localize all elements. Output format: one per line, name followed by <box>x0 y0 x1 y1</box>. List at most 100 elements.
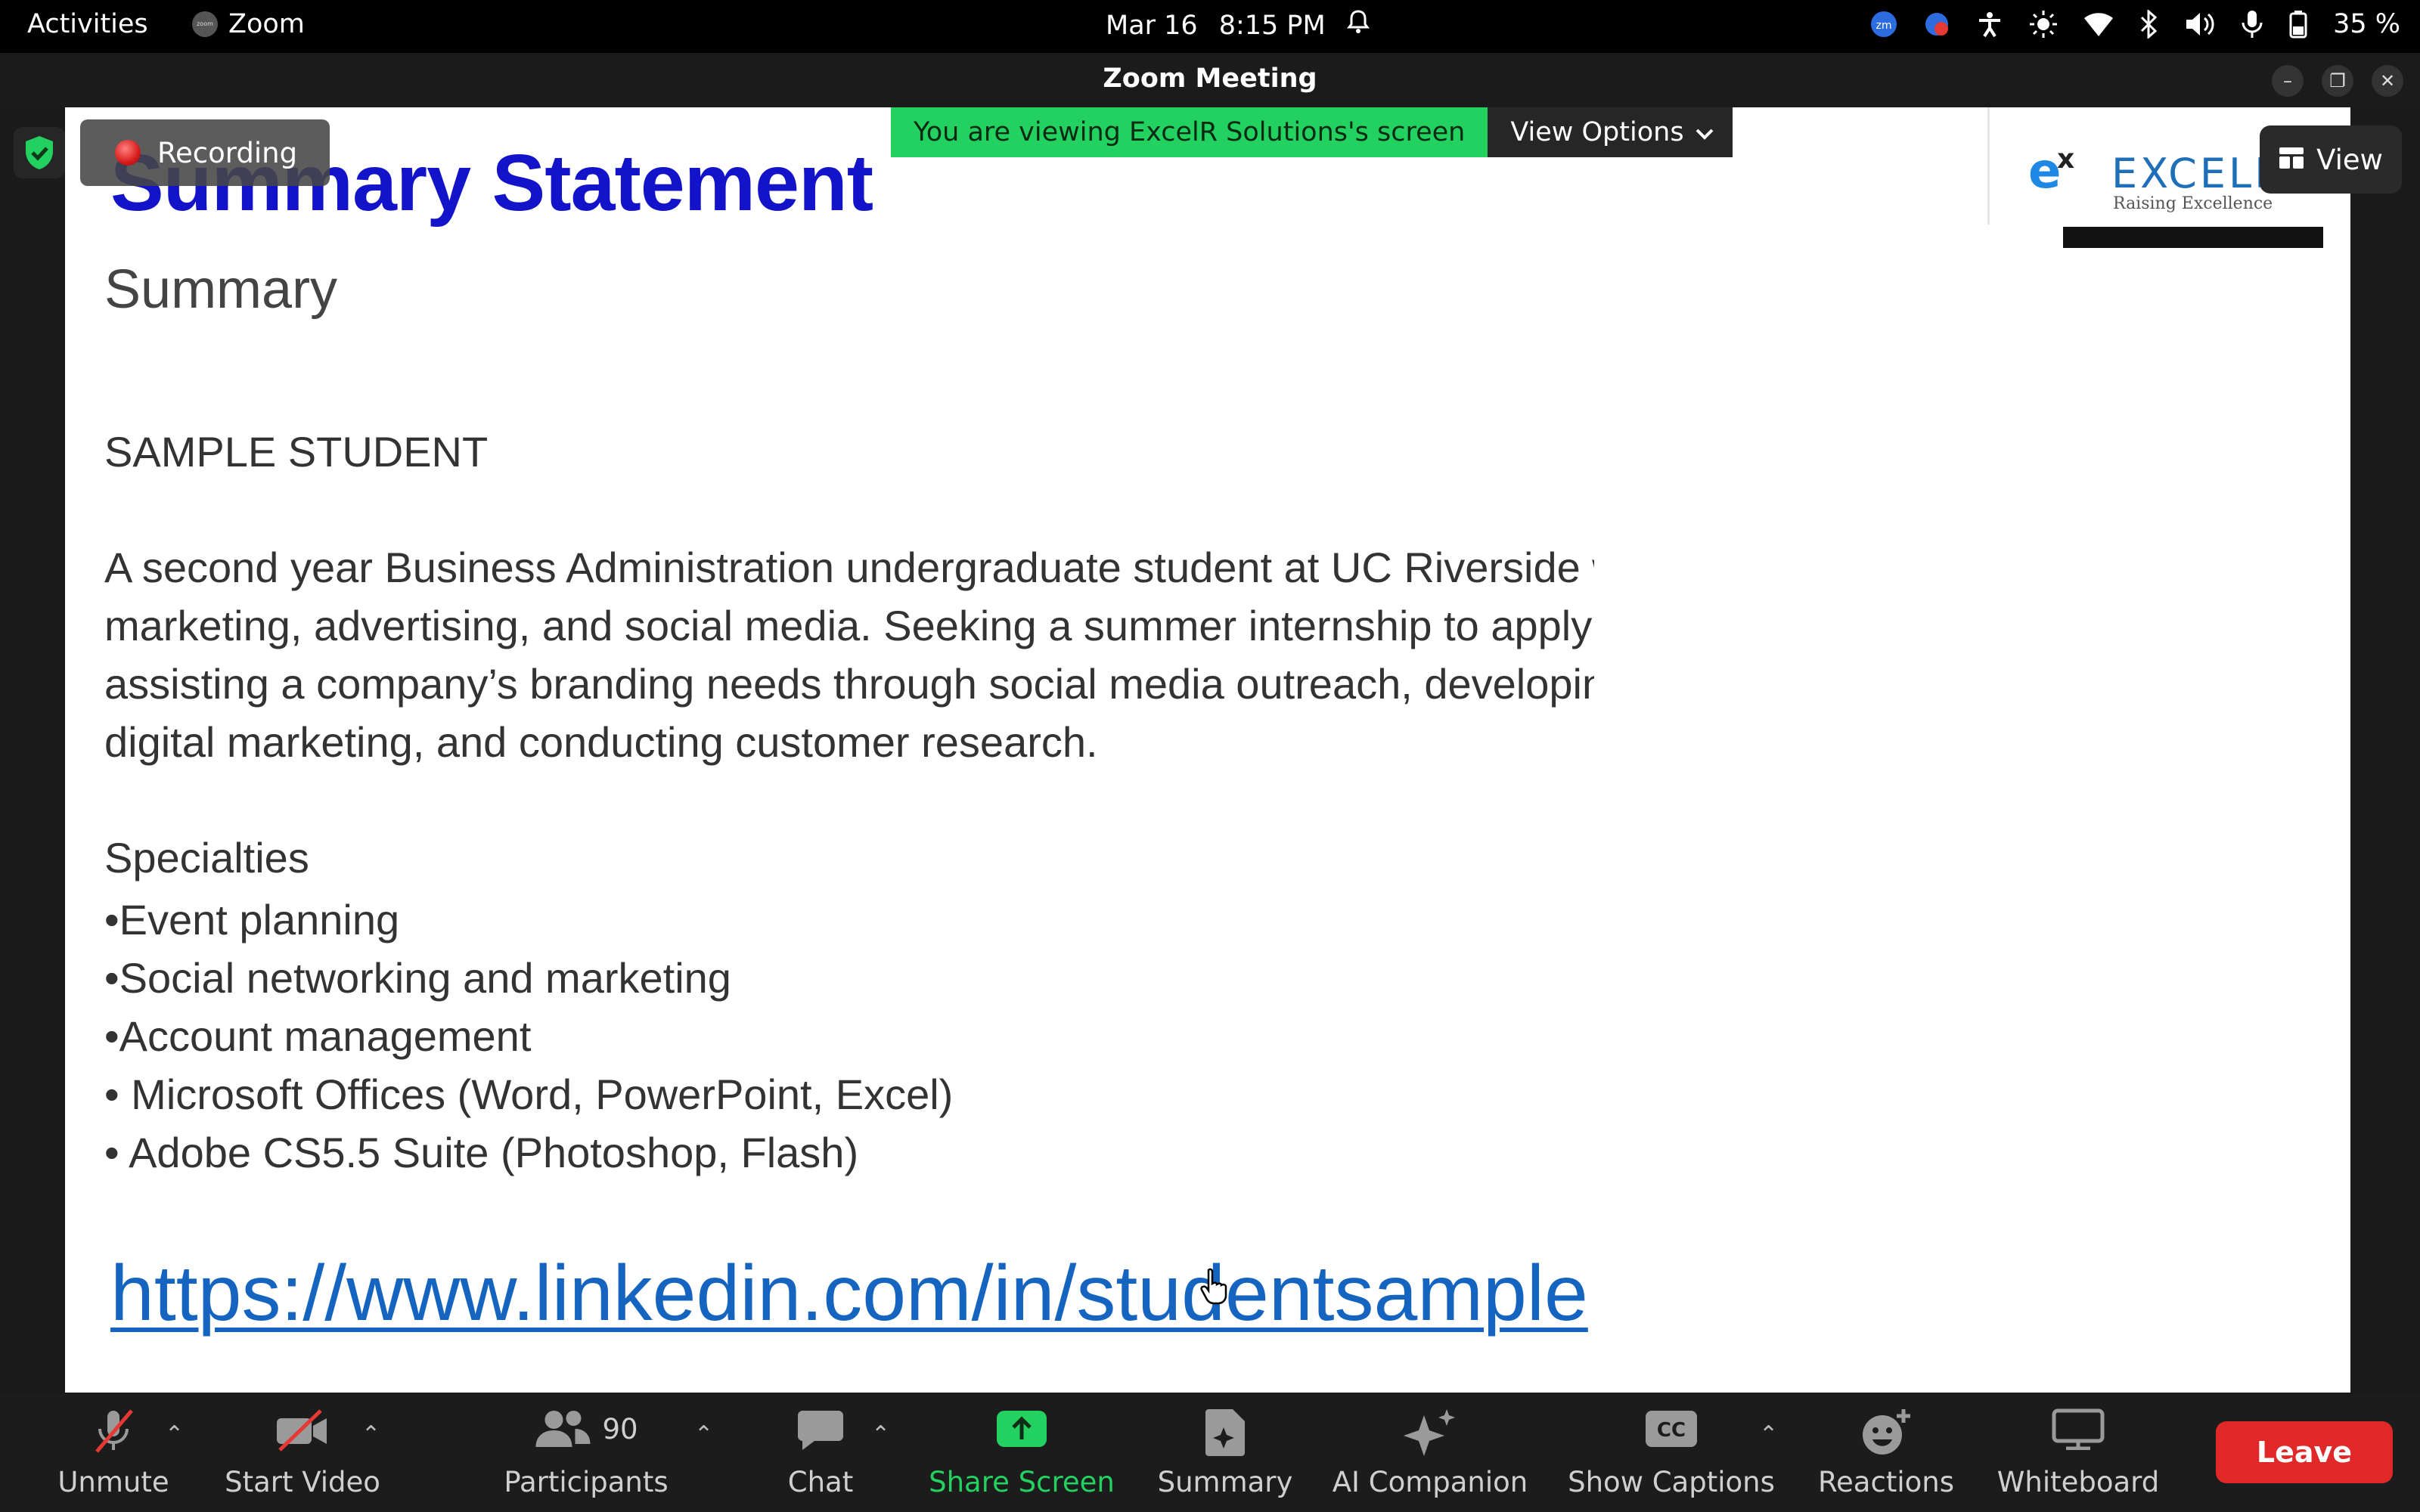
accessibility-icon[interactable] <box>1976 11 2003 38</box>
ai-companion-label: AI Companion <box>1332 1466 1528 1498</box>
paragraph-line: A second year Business Administration un… <box>104 544 1594 591</box>
close-button[interactable]: ✕ <box>2372 65 2403 97</box>
svg-text:x: x <box>2057 144 2074 175</box>
show-captions-button[interactable]: CC Show Captions <box>1565 1394 1777 1512</box>
unmute-button[interactable]: Unmute <box>53 1394 174 1512</box>
meeting-stage: Summary Statement Summary SAMPLE STUDENT… <box>0 107 2420 1394</box>
share-edge <box>2350 107 2420 1394</box>
whiteboard-icon <box>2051 1408 2105 1457</box>
captions-icon: CC <box>1644 1408 1699 1457</box>
share-screen-label: Share Screen <box>929 1466 1115 1498</box>
window-title: Zoom Meeting <box>1103 64 1317 94</box>
clock-date: Mar 16 <box>1106 10 1198 41</box>
hand-cursor-icon <box>1199 1267 1230 1308</box>
chevron-down-icon <box>1695 107 1714 157</box>
share-banner-text: You are viewing ExcelR Solutions's scree… <box>891 107 1488 157</box>
volume-icon[interactable] <box>2185 11 2215 38</box>
list-item: • Adobe CS5.5 Suite (Photoshop, Flash) <box>104 1129 859 1176</box>
paragraph-line: assisting a company’s branding needs thr… <box>104 660 1594 708</box>
window-title-bar: Zoom Meeting – ❐ ✕ <box>0 53 2420 107</box>
ai-sparkle-icon <box>1401 1408 1459 1464</box>
participants-count: 90 <box>602 1412 638 1445</box>
recording-indicator[interactable]: Recording <box>80 119 330 186</box>
list-item: •Event planning <box>104 896 400 943</box>
svg-text:e: e <box>2028 144 2061 200</box>
share-screen-button[interactable]: Share Screen <box>920 1394 1124 1512</box>
captions-options-caret-icon[interactable]: ⌃ <box>1759 1421 1778 1448</box>
microphone-muted-icon <box>91 1408 136 1463</box>
unmute-label: Unmute <box>57 1466 169 1498</box>
start-video-label: Start Video <box>225 1466 380 1498</box>
specialties-heading: Specialties <box>104 834 309 881</box>
summary-document-icon <box>1204 1408 1246 1463</box>
share-screen-icon <box>995 1408 1048 1457</box>
wifi-icon[interactable] <box>2083 11 2114 37</box>
reactions-button[interactable]: Reactions <box>1812 1394 1960 1512</box>
start-video-button[interactable]: Start Video <box>219 1394 386 1512</box>
shared-screen: Summary Statement Summary SAMPLE STUDENT… <box>65 107 1594 1393</box>
meeting-toolbar: Unmute ⌃ Start Video ⌃ 90 Participants ⌃… <box>0 1394 2420 1512</box>
svg-text:Raising Excellence: Raising Excellence <box>2113 194 2273 213</box>
list-item: •Account management <box>104 1012 532 1060</box>
student-name: SAMPLE STUDENT <box>104 428 489 476</box>
bell-icon <box>1346 9 1370 42</box>
grid-view-icon <box>2279 144 2304 176</box>
restore-button[interactable]: ❐ <box>2322 65 2353 97</box>
microphone-icon[interactable] <box>2241 10 2263 39</box>
chat-options-caret-icon[interactable]: ⌃ <box>871 1421 890 1448</box>
list-item: • Microsoft Offices (Word, PowerPoint, E… <box>104 1070 954 1118</box>
paragraph-line: digital marketing, and conducting custom… <box>104 718 1098 766</box>
participants-button[interactable]: 90 Participants <box>499 1394 673 1512</box>
zoom-tray-icon[interactable]: zm <box>1870 11 1897 38</box>
audio-options-caret-icon[interactable]: ⌃ <box>165 1421 184 1448</box>
system-top-bar: Activities zoom Zoom Mar 16 8:15 PM zm 3… <box>0 0 2420 53</box>
participants-options-caret-icon[interactable]: ⌃ <box>694 1421 713 1448</box>
participants-label: Participants <box>504 1466 669 1498</box>
summary-button[interactable]: Summary <box>1150 1394 1301 1512</box>
list-item: •Social networking and marketing <box>104 954 731 1002</box>
paragraph-line: marketing, advertising, and social media… <box>104 602 1594 649</box>
chat-label: Chat <box>787 1466 854 1498</box>
share-banner: You are viewing ExcelR Solutions's scree… <box>891 107 1733 157</box>
summary-heading: Summary <box>104 259 338 320</box>
participants-icon: 90 <box>534 1408 638 1450</box>
system-tray: zm 35 % <box>1870 9 2400 39</box>
bluetooth-icon[interactable] <box>2139 10 2159 39</box>
window-controls: – ❐ ✕ <box>2272 65 2403 97</box>
zoom-app-icon: zoom <box>192 11 218 37</box>
clock-time: 8:15 PM <box>1218 10 1326 41</box>
svg-text:zm: zm <box>1876 20 1892 32</box>
chat-button[interactable]: Chat <box>756 1394 885 1512</box>
battery-icon[interactable] <box>2289 10 2307 39</box>
reactions-label: Reactions <box>1818 1466 1954 1498</box>
minimize-button[interactable]: – <box>2272 65 2304 97</box>
whiteboard-button[interactable]: Whiteboard <box>1981 1394 2175 1512</box>
app-menu[interactable]: zoom Zoom <box>192 9 305 39</box>
clock[interactable]: Mar 16 8:15 PM <box>1106 9 1370 42</box>
show-captions-label: Show Captions <box>1568 1466 1775 1498</box>
security-shield-icon[interactable] <box>14 127 65 178</box>
reactions-smiley-icon <box>1860 1408 1913 1464</box>
specialties-list: •Event planning •Social networking and m… <box>104 891 953 1182</box>
view-label: View <box>2316 143 2383 176</box>
app-name: Zoom <box>228 9 305 39</box>
recording-label: Recording <box>157 136 298 169</box>
whiteboard-label: Whiteboard <box>1996 1466 2160 1498</box>
view-button[interactable]: View <box>2260 125 2402 194</box>
view-options-button[interactable]: View Options <box>1488 107 1733 157</box>
battery-percentage: 35 % <box>2333 9 2400 39</box>
notifier-tray-icon[interactable] <box>1923 11 1950 38</box>
linkedin-link[interactable]: https://www.linkedin.com/in/studentsampl… <box>110 1249 1588 1339</box>
leave-button[interactable]: Leave <box>2216 1421 2393 1483</box>
slide-header-bar <box>2063 227 2323 248</box>
record-dot-icon <box>115 140 141 166</box>
video-off-icon <box>274 1408 331 1460</box>
brightness-icon[interactable] <box>2029 10 2058 39</box>
video-options-caret-icon[interactable]: ⌃ <box>361 1421 380 1448</box>
chat-bubble-icon <box>796 1408 845 1460</box>
summary-label: Summary <box>1157 1466 1293 1498</box>
activities-button[interactable]: Activities <box>27 9 148 39</box>
logo-divider <box>1987 107 1990 225</box>
ai-companion-button[interactable]: AI Companion <box>1322 1394 1538 1512</box>
captions-icon-text: CC <box>1657 1419 1686 1442</box>
